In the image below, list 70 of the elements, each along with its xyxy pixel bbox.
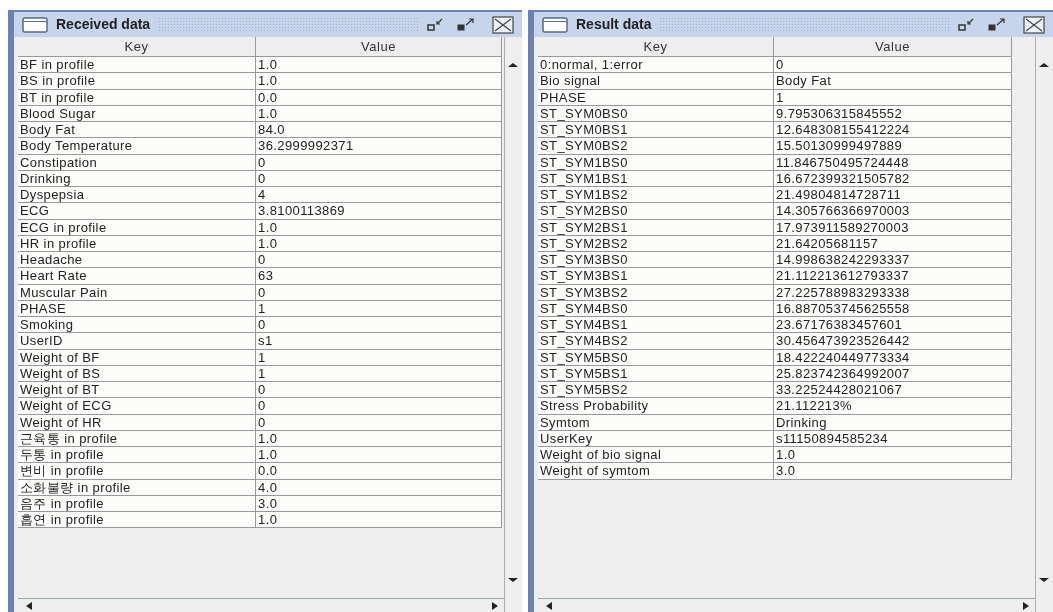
table-cell: 두통 in profile	[18, 447, 256, 464]
table-cell: Weight of ECG	[18, 398, 256, 415]
table-cell: Weight of bio signal	[538, 447, 774, 464]
table-cell: 15.50130999497889	[774, 138, 1012, 155]
table-cell: 1.0	[256, 512, 502, 529]
table-cell: s1	[256, 333, 502, 350]
table-cell: 1.0	[774, 447, 1012, 464]
column-header[interactable]: Value	[256, 37, 502, 57]
table-cell: 0:normal, 1:error	[538, 57, 774, 74]
table-cell: 12.648308155412224	[774, 122, 1012, 139]
table-cell: 30.456473923526442	[774, 333, 1012, 350]
table-cell: 33.22524428021067	[774, 382, 1012, 399]
table-cell: 4	[256, 187, 502, 204]
table-cell: Body Fat	[774, 73, 1012, 90]
column-header[interactable]: Key	[538, 37, 774, 57]
table-cell: ST_SYM5BS2	[538, 382, 774, 399]
table-cell: 23.67176383457601	[774, 317, 1012, 334]
table-cell: ST_SYM2BS0	[538, 203, 774, 220]
column-header[interactable]: Key	[18, 37, 256, 57]
table-cell: UserID	[18, 333, 256, 350]
table-cell: 0	[256, 252, 502, 269]
table-cell: ECG	[18, 203, 256, 220]
table-cell: 변비 in profile	[18, 463, 256, 480]
table-cell: ST_SYM4BS2	[538, 333, 774, 350]
table-cell: ST_SYM0BS1	[538, 122, 774, 139]
close-icon[interactable]	[1023, 15, 1045, 34]
table-cell: Body Temperature	[18, 138, 256, 155]
table-cell: Stress Probability	[538, 398, 774, 415]
table-cell: Weight of BT	[18, 382, 256, 399]
table-cell: 0	[256, 382, 502, 399]
table-cell: 36.2999992371	[256, 138, 502, 155]
window-title: Received data	[56, 15, 151, 34]
table-cell: 63	[256, 268, 502, 285]
table-cell: ST_SYM3BS1	[538, 268, 774, 285]
table-cell: ST_SYM4BS1	[538, 317, 774, 334]
table-cell: Weight of symtom	[538, 463, 774, 480]
table-cell: 3.8100113869	[256, 203, 502, 220]
table-cell: 흡연 in profile	[18, 512, 256, 529]
table-cell: Smoking	[18, 317, 256, 334]
table-cell: 3.0	[774, 463, 1012, 480]
table-cell: Bio signal	[538, 73, 774, 90]
horizontal-scrollbar[interactable]	[18, 598, 504, 612]
table-cell: 0	[256, 317, 502, 334]
table-cell: 14.998638242293337	[774, 252, 1012, 269]
table-cell: 1.0	[256, 447, 502, 464]
window-icon	[22, 16, 48, 33]
table-cell: 0	[774, 57, 1012, 74]
table-cell: 84.0	[256, 122, 502, 139]
table-cell: 0.0	[256, 463, 502, 480]
table-cell: 1.0	[256, 57, 502, 74]
table-cell: ST_SYM0BS2	[538, 138, 774, 155]
table-cell: Body Fat	[18, 122, 256, 139]
table-cell: 21.112213612793337	[774, 268, 1012, 285]
table-cell: 21.49804814728711	[774, 187, 1012, 204]
table-cell: 0	[256, 398, 502, 415]
column-header[interactable]: Value	[774, 37, 1012, 57]
table-cell: Dyspepsia	[18, 187, 256, 204]
table-cell: 21.112213%	[774, 398, 1012, 415]
table-cell: ST_SYM3BS0	[538, 252, 774, 269]
table-cell: 14.305766366970003	[774, 203, 1012, 220]
window-icon	[542, 16, 568, 33]
table-cell: ST_SYM1BS2	[538, 187, 774, 204]
window-title: Result data	[576, 15, 652, 34]
close-icon[interactable]	[492, 15, 514, 34]
table-cell: 1.0	[256, 73, 502, 90]
table-cell: BF in profile	[18, 57, 256, 74]
table-cell: Heart Rate	[18, 268, 256, 285]
table-cell: Headache	[18, 252, 256, 269]
table-cell: BS in profile	[18, 73, 256, 90]
horizontal-scrollbar[interactable]	[538, 598, 1035, 612]
